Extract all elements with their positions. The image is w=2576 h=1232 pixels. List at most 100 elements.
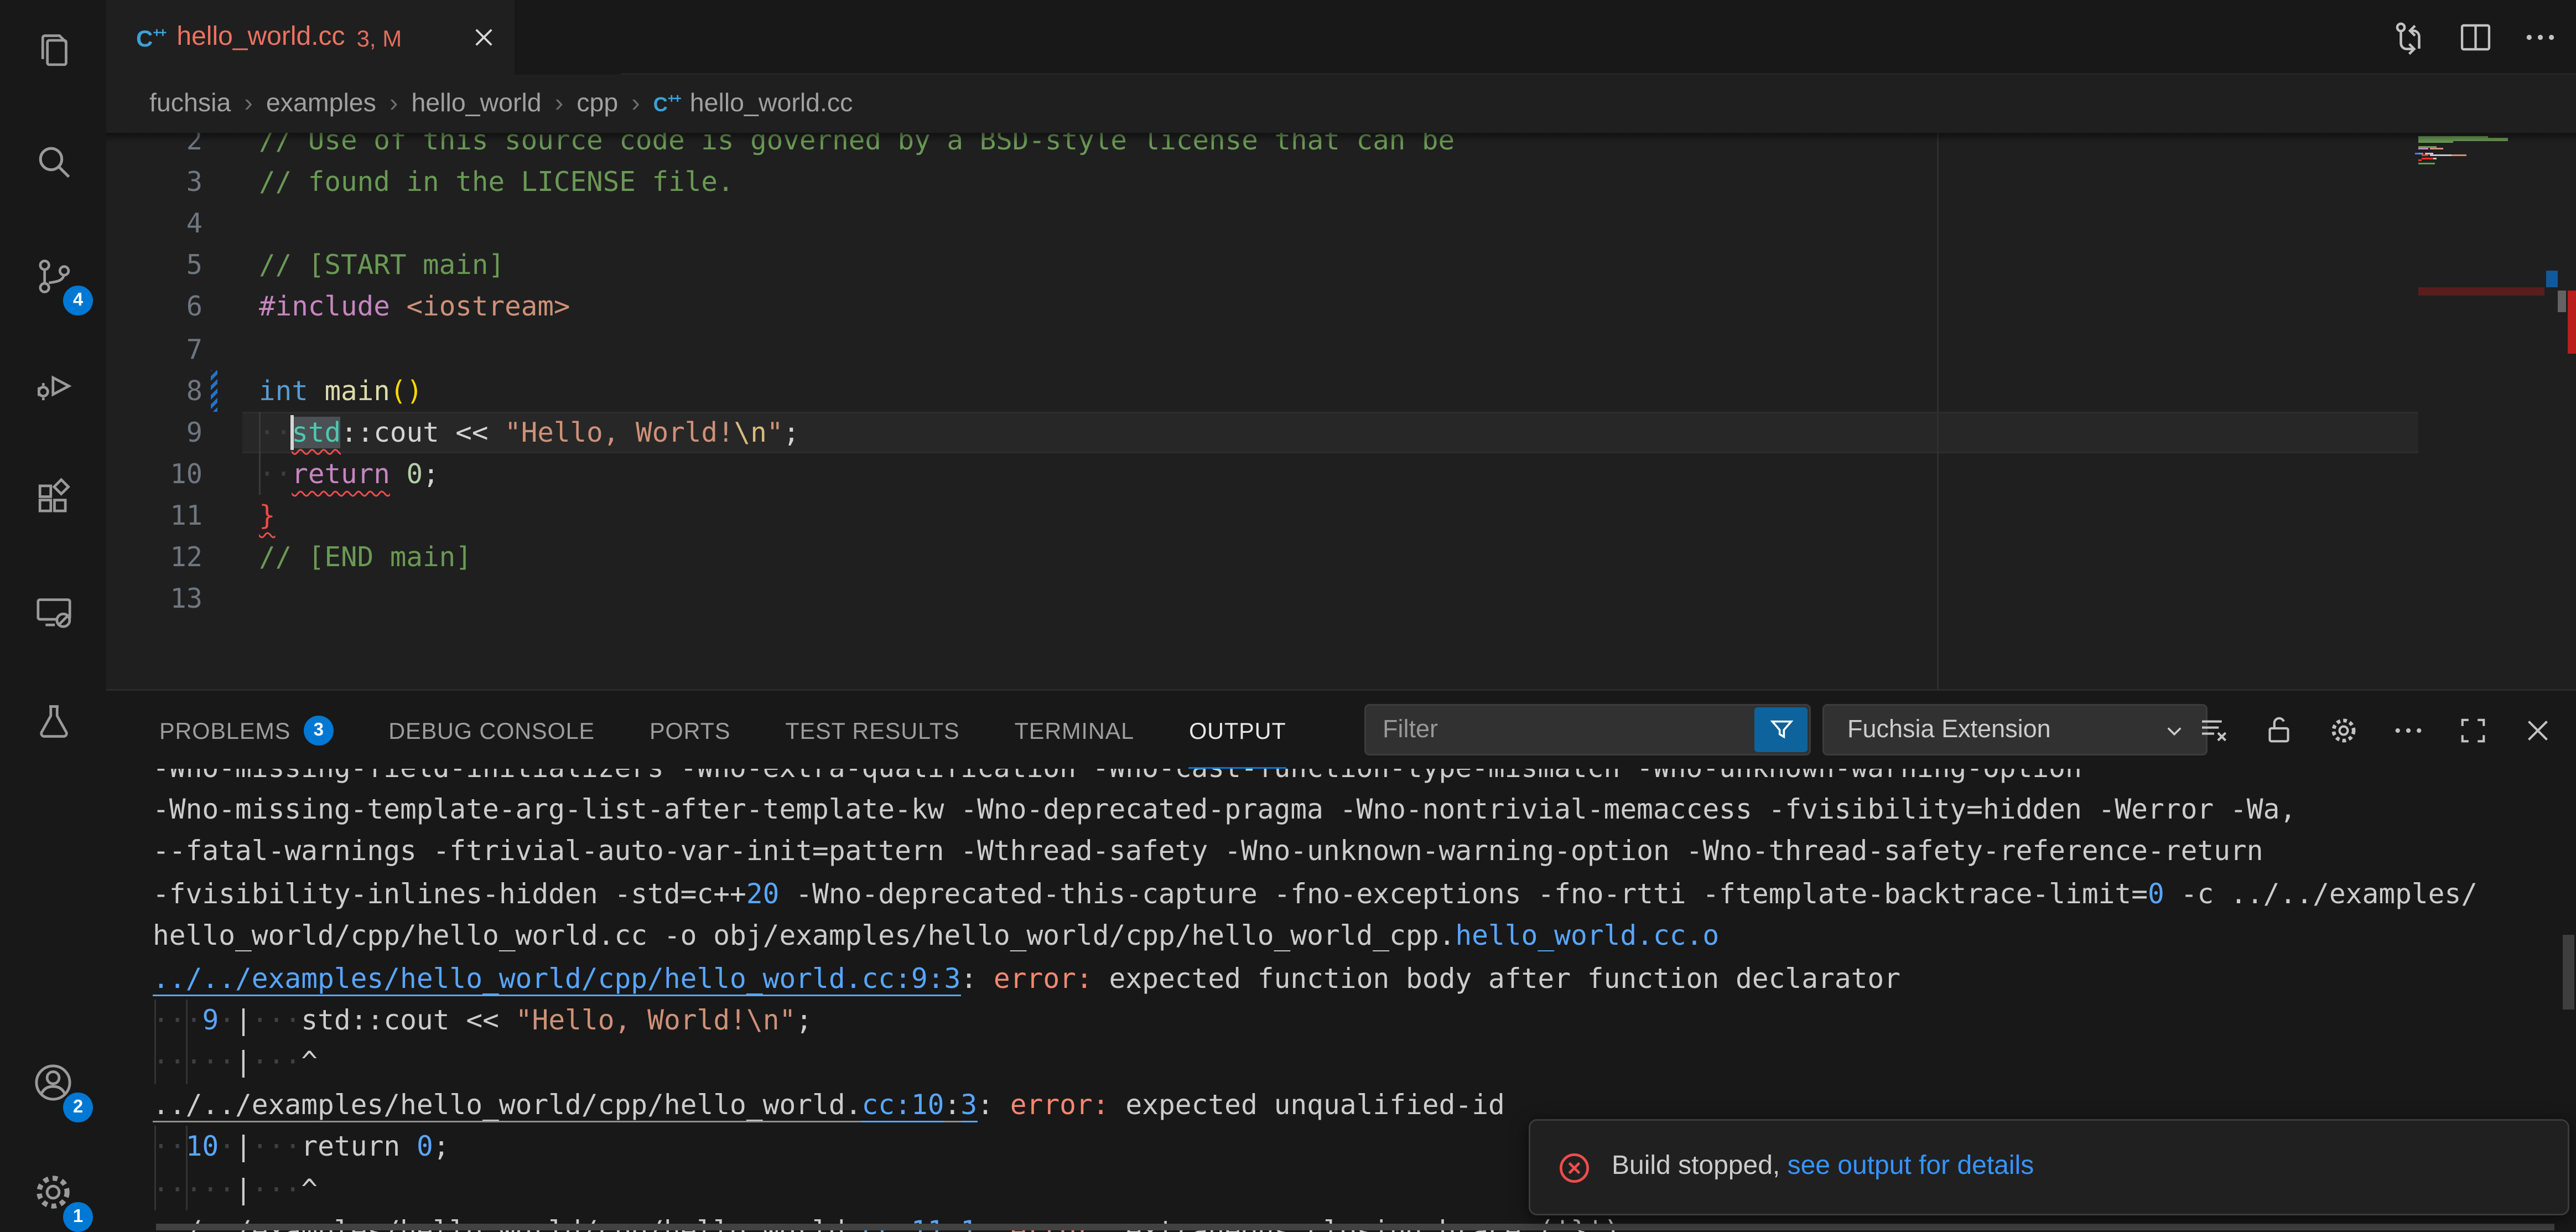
code-line[interactable]: // [START main] bbox=[259, 245, 505, 286]
output-line[interactable]: -Wno-missing-field-initializers -Wno-ext… bbox=[153, 769, 2082, 789]
code-line[interactable]: // [END main] bbox=[259, 536, 472, 578]
panel-tab-test-results[interactable]: TEST RESULTS bbox=[785, 691, 959, 770]
minimap[interactable] bbox=[2418, 133, 2544, 199]
panel-tab-debug-console[interactable]: DEBUG CONSOLE bbox=[388, 691, 595, 770]
breadcrumb-item[interactable]: cpp bbox=[577, 89, 618, 119]
output-line[interactable]: ../../examples/hello_world/cpp/hello_wor… bbox=[153, 1084, 1505, 1126]
token: ····· bbox=[153, 1173, 235, 1205]
split-editor-icon[interactable] bbox=[2456, 18, 2495, 56]
accounts-badge: 2 bbox=[63, 1093, 93, 1122]
output-line[interactable]: ../../examples/hello_world/cpp/hello_wor… bbox=[153, 957, 1900, 1000]
line-number: 13 bbox=[106, 578, 202, 619]
line-number: 4 bbox=[106, 203, 202, 245]
breadcrumb-item[interactable]: hello_world.cc bbox=[690, 89, 853, 119]
breadcrumb-item[interactable]: fuchsia bbox=[149, 89, 231, 119]
sidebar-item-accounts[interactable]: 2 bbox=[0, 1039, 106, 1126]
panel-tab-ports[interactable]: PORTS bbox=[650, 691, 730, 770]
output-channel-select[interactable]: Fuchsia Extension bbox=[1822, 704, 2208, 755]
minimap-line bbox=[2424, 153, 2433, 154]
overview-ruler-highlight-mark bbox=[2558, 291, 2567, 312]
maximize-panel-icon[interactable] bbox=[2455, 712, 2491, 749]
code-editor[interactable]: 2345678910111213 // Use of this source c… bbox=[106, 133, 2576, 689]
token: 0 bbox=[417, 1131, 433, 1163]
token: main bbox=[324, 375, 389, 406]
sidebar-item-run-debug[interactable] bbox=[0, 342, 106, 428]
token: error: bbox=[1010, 1089, 1109, 1120]
panel-tab-label: TERMINAL bbox=[1015, 718, 1135, 743]
tab-problems-badge: 3, M bbox=[357, 24, 402, 51]
minimap-error-band bbox=[2418, 288, 2544, 296]
panel-tab-problems[interactable]: PROBLEMS3 bbox=[159, 691, 334, 770]
minimap-line bbox=[2421, 155, 2429, 157]
output-line[interactable]: --fatal-warnings -ftrivial-auto-var-init… bbox=[153, 831, 2263, 873]
breadcrumb-item[interactable]: hello_world bbox=[411, 89, 541, 119]
panel-more-actions-icon[interactable] bbox=[2390, 712, 2427, 749]
token: expected function body after function de… bbox=[1093, 962, 1900, 994]
overview-ruler-error-mark bbox=[2568, 291, 2576, 353]
breadcrumb: fuchsia›examples›hello_world›cpp›C++hell… bbox=[106, 75, 2576, 133]
token[interactable]: cc:10 bbox=[861, 1089, 944, 1122]
minimap-line bbox=[2433, 157, 2437, 159]
chevron-right-icon: › bbox=[631, 89, 640, 119]
error-icon bbox=[1557, 1150, 1592, 1185]
token: "Hello, World! bbox=[505, 416, 734, 448]
token: ··· bbox=[252, 1131, 301, 1163]
output-line[interactable]: ·····|···^ bbox=[153, 1168, 318, 1210]
unlock-icon[interactable] bbox=[2261, 712, 2297, 749]
token: // [END main] bbox=[259, 541, 472, 573]
output-line[interactable]: ··10·|···return 0; bbox=[153, 1126, 450, 1168]
minimap-line bbox=[2418, 153, 2423, 154]
output-line[interactable]: -Wno-missing-template-arg-list-after-tem… bbox=[153, 789, 2296, 831]
files-icon bbox=[31, 28, 76, 73]
output-line[interactable]: ···9·|···std::cout << "Hello, World!\n"; bbox=[153, 1000, 812, 1042]
horizontal-scrollbar[interactable] bbox=[156, 1224, 2554, 1230]
code-line[interactable]: int main() bbox=[259, 370, 423, 411]
sidebar-item-source-control[interactable]: 4 bbox=[0, 232, 106, 319]
code-line[interactable]: #include <iostream> bbox=[259, 286, 570, 328]
text-cursor bbox=[291, 415, 294, 449]
more-actions-icon[interactable] bbox=[2521, 18, 2559, 56]
notification-link[interactable]: see output for details bbox=[1788, 1152, 2034, 1182]
source-control-badge: 4 bbox=[63, 286, 93, 315]
filter-funnel-button[interactable] bbox=[1754, 707, 1808, 752]
token[interactable]: ../../examples/hello_world/cpp/hello_wor… bbox=[153, 962, 960, 996]
token: ··· bbox=[153, 1005, 202, 1036]
minimap-line bbox=[2429, 155, 2451, 157]
token: | bbox=[235, 1005, 252, 1036]
code-line[interactable]: // found in the LICENSE file. bbox=[259, 161, 734, 203]
code-line[interactable]: } bbox=[259, 495, 276, 536]
minimap-line bbox=[2418, 148, 2428, 149]
sidebar-item-settings[interactable]: 1 bbox=[0, 1149, 106, 1232]
breadcrumb-item[interactable]: examples bbox=[266, 89, 376, 119]
output-line[interactable]: -fvisibility-inlines-hidden -std=c++20 -… bbox=[153, 873, 2478, 915]
activity-bar: 4 2 1 bbox=[0, 0, 108, 1232]
line-number: 9 bbox=[106, 411, 202, 453]
clear-output-icon[interactable] bbox=[2196, 712, 2232, 749]
token[interactable]: 3 bbox=[960, 1089, 977, 1122]
extensions-icon bbox=[31, 476, 76, 521]
token: -Wno-missing-field-initializers -Wno-ext… bbox=[153, 769, 2082, 783]
notification-toast[interactable]: Build stopped, see output for details bbox=[1529, 1119, 2569, 1215]
editor-ruler bbox=[1937, 133, 1939, 689]
output-line[interactable]: hello_world/cpp/hello_world.cc -o obj/ex… bbox=[153, 915, 1719, 957]
sidebar-item-extensions[interactable] bbox=[0, 455, 106, 541]
vertical-scrollbar[interactable] bbox=[2563, 935, 2574, 1010]
open-changes-icon[interactable] bbox=[2390, 18, 2430, 58]
token: ··· bbox=[252, 1047, 301, 1078]
line-number: 5 bbox=[106, 245, 202, 286]
settings-badge: 1 bbox=[63, 1202, 93, 1232]
close-icon[interactable] bbox=[470, 23, 498, 51]
close-panel-icon[interactable] bbox=[2520, 712, 2556, 749]
sidebar-item-testing[interactable] bbox=[0, 677, 106, 764]
panel-tab-output[interactable]: OUTPUT bbox=[1189, 691, 1286, 770]
output-settings-gear-icon[interactable] bbox=[2325, 712, 2362, 749]
tab-hello-world-cc[interactable]: C++ hello_world.cc 3, M bbox=[106, 0, 515, 75]
panel-tab-terminal[interactable]: TERMINAL bbox=[1015, 691, 1135, 770]
sidebar-item-search[interactable] bbox=[0, 118, 106, 204]
sidebar-item-remote-explorer[interactable] bbox=[0, 568, 106, 654]
output-line[interactable]: ·····|···^ bbox=[153, 1042, 318, 1084]
code-line[interactable]: ··std::cout << "Hello, World!\n"; bbox=[259, 411, 799, 453]
code-line[interactable]: ··return 0; bbox=[259, 453, 439, 494]
sidebar-item-explorer[interactable] bbox=[0, 7, 106, 93]
filter-input[interactable] bbox=[1366, 716, 1754, 744]
